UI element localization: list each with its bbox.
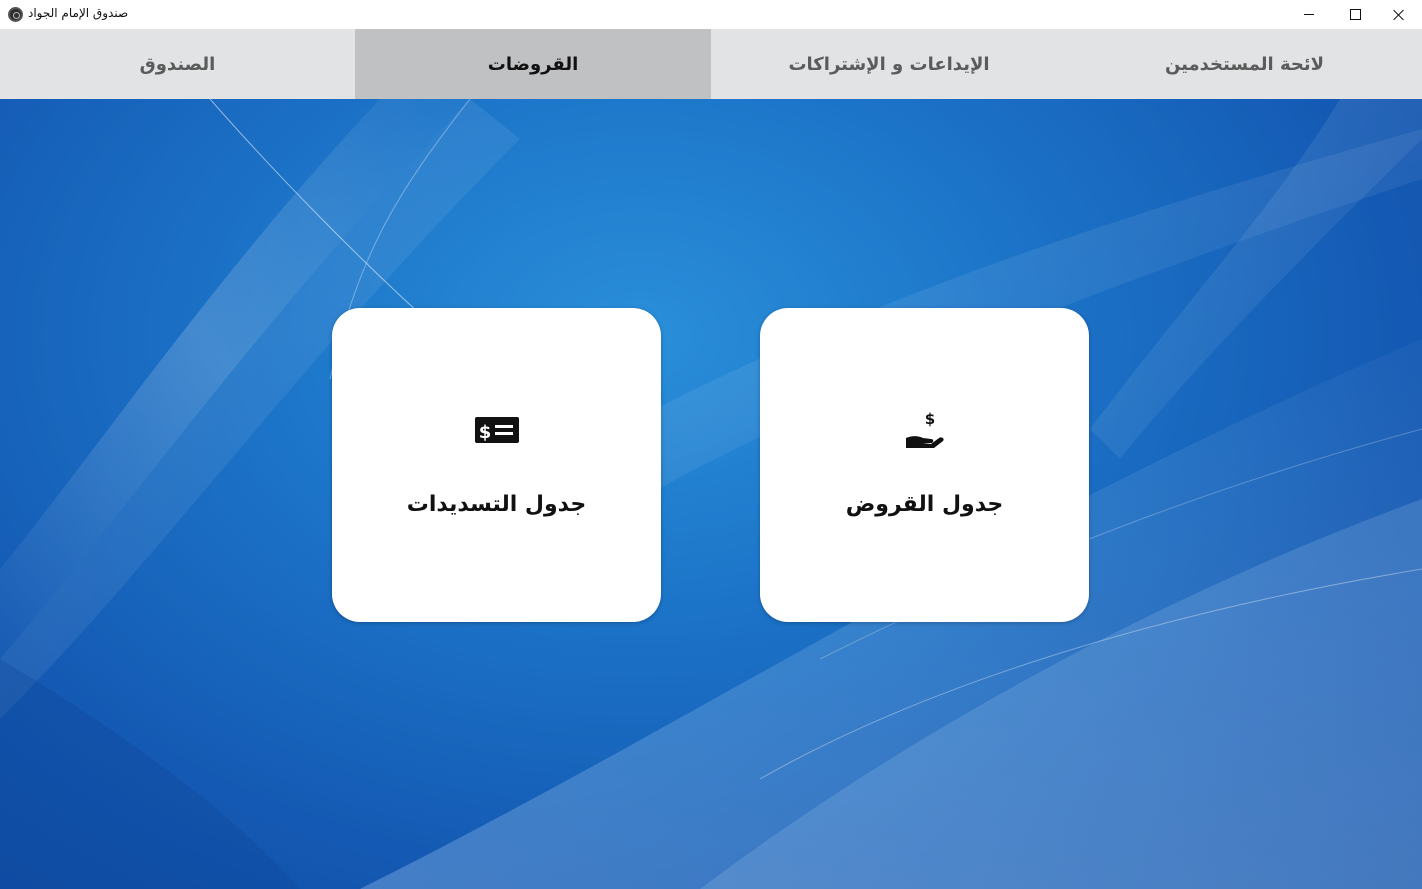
close-button[interactable] xyxy=(1376,0,1422,29)
app-window: صندوق الإمام الجواد الصندوق القروضات الإ… xyxy=(0,0,1422,889)
repayments-table-card[interactable]: $ جدول التسديدات xyxy=(332,308,661,622)
svg-text:$: $ xyxy=(478,422,491,443)
loans-table-label: جدول القروض xyxy=(845,492,1004,517)
window-title: صندوق الإمام الجواد xyxy=(28,6,129,20)
main-content: $ جدول التسديدات $ جدول القروض xyxy=(0,99,1422,889)
tab-bar: الصندوق القروضات الإيداعات و الإشتراكات … xyxy=(0,29,1422,99)
wallpaper-background xyxy=(0,99,1422,889)
tab-loans[interactable]: القروضات xyxy=(355,29,711,99)
app-logo-icon xyxy=(8,7,23,22)
maximize-icon xyxy=(1349,9,1361,20)
tab-users-list[interactable]: لائحة المستخدمين xyxy=(1067,29,1422,99)
minimize-button[interactable] xyxy=(1286,0,1332,29)
money-check-icon: $ xyxy=(474,417,519,443)
minimize-icon xyxy=(1304,14,1314,15)
loans-table-card[interactable]: $ جدول القروض xyxy=(760,308,1089,622)
title-bar: صندوق الإمام الجواد xyxy=(0,0,1422,29)
svg-text:$: $ xyxy=(924,410,934,428)
tab-fund[interactable]: الصندوق xyxy=(0,29,355,99)
hand-holding-dollar-icon: $ xyxy=(905,410,944,448)
close-icon xyxy=(1393,9,1405,21)
tab-deposits-subscriptions[interactable]: الإيداعات و الإشتراكات xyxy=(711,29,1067,99)
maximize-button[interactable] xyxy=(1332,0,1378,29)
repayments-table-label: جدول التسديدات xyxy=(406,492,587,517)
